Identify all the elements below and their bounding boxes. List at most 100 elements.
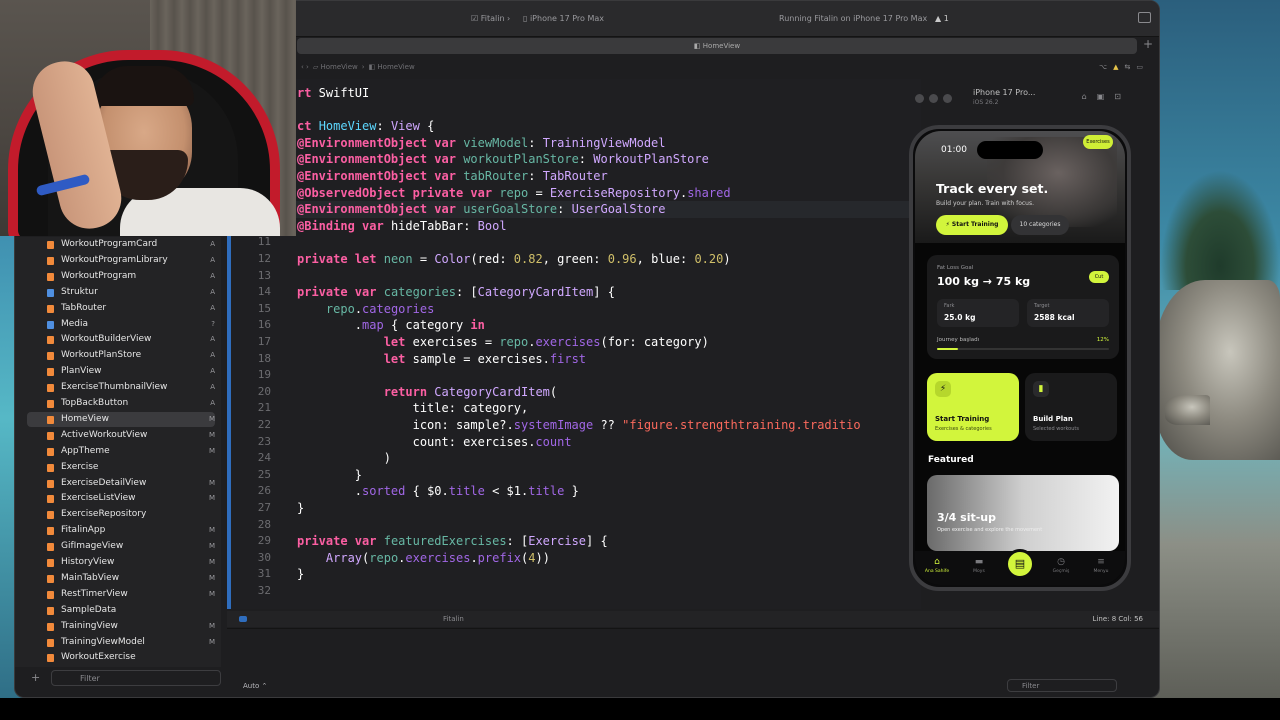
editor-tab[interactable]: ◧ HomeView [297,38,1137,54]
add-tab-icon[interactable]: + [1143,37,1153,51]
code-line[interactable]: 28 [227,517,921,534]
code-line[interactable]: 25 } [227,467,921,484]
file-name: PlanView [61,366,102,377]
simulator-header: iPhone 17 Pro... iOS 26.2 ⌂▣⊡ [911,85,1133,111]
code-editor[interactable]: rt SwiftUI ct HomeView: View {@Environmen… [227,79,921,609]
navigator-file-item[interactable]: PlanView A [27,364,215,379]
code-line[interactable]: 29 private var featuredExercises: [Exerci… [227,533,921,550]
console-filter-input[interactable]: Filter [1007,679,1117,692]
navigator-file-item[interactable]: WorkoutProgramCard A [27,237,215,252]
scheme-selector[interactable]: ☑ Fitalin › [471,14,510,23]
start-training-button[interactable]: ⚡ Start Training [936,215,1008,235]
goal-card[interactable]: Fat Loss Goal 100 kg → 75 kg Cut Fark 25… [927,255,1119,359]
navigator-file-item[interactable]: WorkoutProgram A [27,269,215,284]
navigator-file-item[interactable]: WorkoutProgramLibrary A [27,253,215,268]
code-line[interactable]: @EnvironmentObject var tabRouter: TabRou… [227,168,921,185]
code-line[interactable]: 20 return CategoryCardItem( [227,384,921,401]
navigator-file-item[interactable]: ExerciseListView M [27,491,215,506]
debug-footer: Auto ⌃ Filter [227,679,1159,693]
git-status-badge: M [208,414,215,423]
line-number: 13 [257,268,271,282]
code-line[interactable]: ct HomeView: View { [227,118,921,135]
navigator-file-item[interactable]: SampleData [27,603,215,618]
code-line[interactable]: 32 [227,583,921,600]
navigator-file-item[interactable]: TrainingViewModel M [27,635,215,650]
code-line[interactable]: 24 ) [227,450,921,467]
featured-exercise-card[interactable]: 3/4 sit-up Open exercise and explore the… [927,475,1119,551]
start-training-card[interactable]: ⚡ Start Training Exercises & categories [927,373,1019,441]
code-line[interactable]: 15 repo.categories [227,301,921,318]
code-line[interactable]: @EnvironmentObject var viewModel: Traini… [227,135,921,152]
code-line[interactable]: 19 [227,367,921,384]
code-line[interactable]: @EnvironmentObject var workoutPlanStore:… [227,151,921,168]
navigator-file-item[interactable]: AppTheme M [27,444,215,459]
tab-menu[interactable]: ≡ Menyu [1083,557,1119,574]
jumpbar-folder[interactable]: HomeView [320,63,357,71]
navigator-file-item[interactable]: TrainingView M [27,619,215,634]
line-number: 30 [257,550,271,564]
code-line[interactable]: 27} [227,500,921,517]
code-line[interactable]: 12 private let neon = Color(red: 0.82, gr… [227,251,921,268]
editor-options[interactable]: ⌥▲⇆▭ [1099,59,1149,75]
inspector-toggle-icon[interactable] [1138,12,1151,23]
code-line[interactable] [227,102,921,119]
build-plan-card[interactable]: ▮ Build Plan Selected workouts [1025,373,1117,441]
tab-home[interactable]: ⌂ Ana Sahife [919,557,955,574]
code-line[interactable]: 11 [227,234,921,251]
git-status-badge: A [210,367,215,376]
sim-close-dot[interactable] [915,94,924,103]
code-line[interactable]: 22 icon: sample?.systemImage ?? "figure.… [227,417,921,434]
jumpbar-file[interactable]: HomeView [377,63,414,71]
tab-history[interactable]: ◷ Geçmiş [1043,557,1079,574]
navigator-file-item[interactable]: ExerciseThumbnailView A [27,380,215,395]
navigator-file-item[interactable]: WorkoutPlanStore A [27,348,215,363]
navigator-file-item[interactable]: TabRouter A [27,301,215,316]
sim-minimize-dot[interactable] [929,94,938,103]
navigator-file-item[interactable]: Exercise [27,460,215,475]
featured-exercise-name: 3/4 sit-up [937,511,997,524]
code-line[interactable]: 31} [227,566,921,583]
swift-file-icon [47,431,54,440]
navigator-file-item[interactable]: Media? [27,317,215,332]
navigator-file-item[interactable]: Struktur A [27,285,215,300]
navigator-file-item[interactable]: TopBackButton A [27,396,215,411]
code-line[interactable]: 21 title: category, [227,400,921,417]
navigator-file-item[interactable]: FitalinApp M [27,523,215,538]
add-file-icon[interactable]: + [31,670,40,686]
navigator-filter-input[interactable]: Filter [51,670,221,686]
code-line[interactable]: 10@Binding var hideTabBar: Bool [227,218,921,235]
plan-fab-button[interactable]: ▤ [1005,549,1035,579]
code-line[interactable]: 26 .sorted { $0.title < $1.title } [227,483,921,500]
code-line[interactable]: 16 .map { category in [227,317,921,334]
variables-mode-selector[interactable]: Auto ⌃ [243,682,267,690]
code-text: repo.categories [325,301,435,316]
sim-zoom-dot[interactable] [943,94,952,103]
device-selector[interactable]: ▯ iPhone 17 Pro Max [523,14,604,23]
categories-button[interactable]: 10 categories [1011,215,1069,235]
code-line[interactable]: 17 let exercises = repo.exercises(for: c… [227,334,921,351]
navigator-file-item[interactable]: ActiveWorkoutView M [27,428,215,443]
code-line[interactable]: rt SwiftUI [227,85,921,102]
code-line[interactable]: 23 count: exercises.count [227,434,921,451]
tab-workouts[interactable]: ▬ Moys [961,557,997,574]
navigator-file-item[interactable]: HomeView M [27,411,215,427]
navigator-file-item[interactable]: WorkoutBuilderView A [27,332,215,347]
code-line[interactable]: 30 Array(repo.exercises.prefix(4)) [227,550,921,567]
warning-indicator[interactable]: ▲ 1 [935,14,949,23]
navigator-file-item[interactable]: RestTimerView M [27,587,215,602]
navigator-file-item[interactable]: HistoryView M [27,555,215,570]
navigator-file-item[interactable]: MainTabView M [27,571,215,586]
code-line[interactable]: 13 [227,268,921,285]
code-line[interactable]: 18 let sample = exercises.first [227,351,921,368]
line-number: 25 [257,467,271,481]
code-line[interactable]: @EnvironmentObject var userGoalStore: Us… [227,201,921,218]
navigator-file-item[interactable]: WorkoutExercise [27,650,215,665]
simulator-controls[interactable]: ⌂▣⊡ [1082,92,1131,101]
code-line[interactable]: 14 private var categories: [CategoryCardI… [227,284,921,301]
navigator-file-item[interactable]: GifImageView M [27,539,215,554]
code-line[interactable]: @ObservedObject private var repo = Exerc… [227,185,921,202]
navigator-file-item[interactable]: ExerciseDetailView M [27,476,215,491]
debug-toggle-icon[interactable] [239,616,247,622]
jump-bar[interactable]: ‹ › ▱ HomeView › ◧ HomeView ⌥▲⇆▭ [297,59,1149,75]
navigator-file-item[interactable]: ExerciseRepository [27,507,215,522]
